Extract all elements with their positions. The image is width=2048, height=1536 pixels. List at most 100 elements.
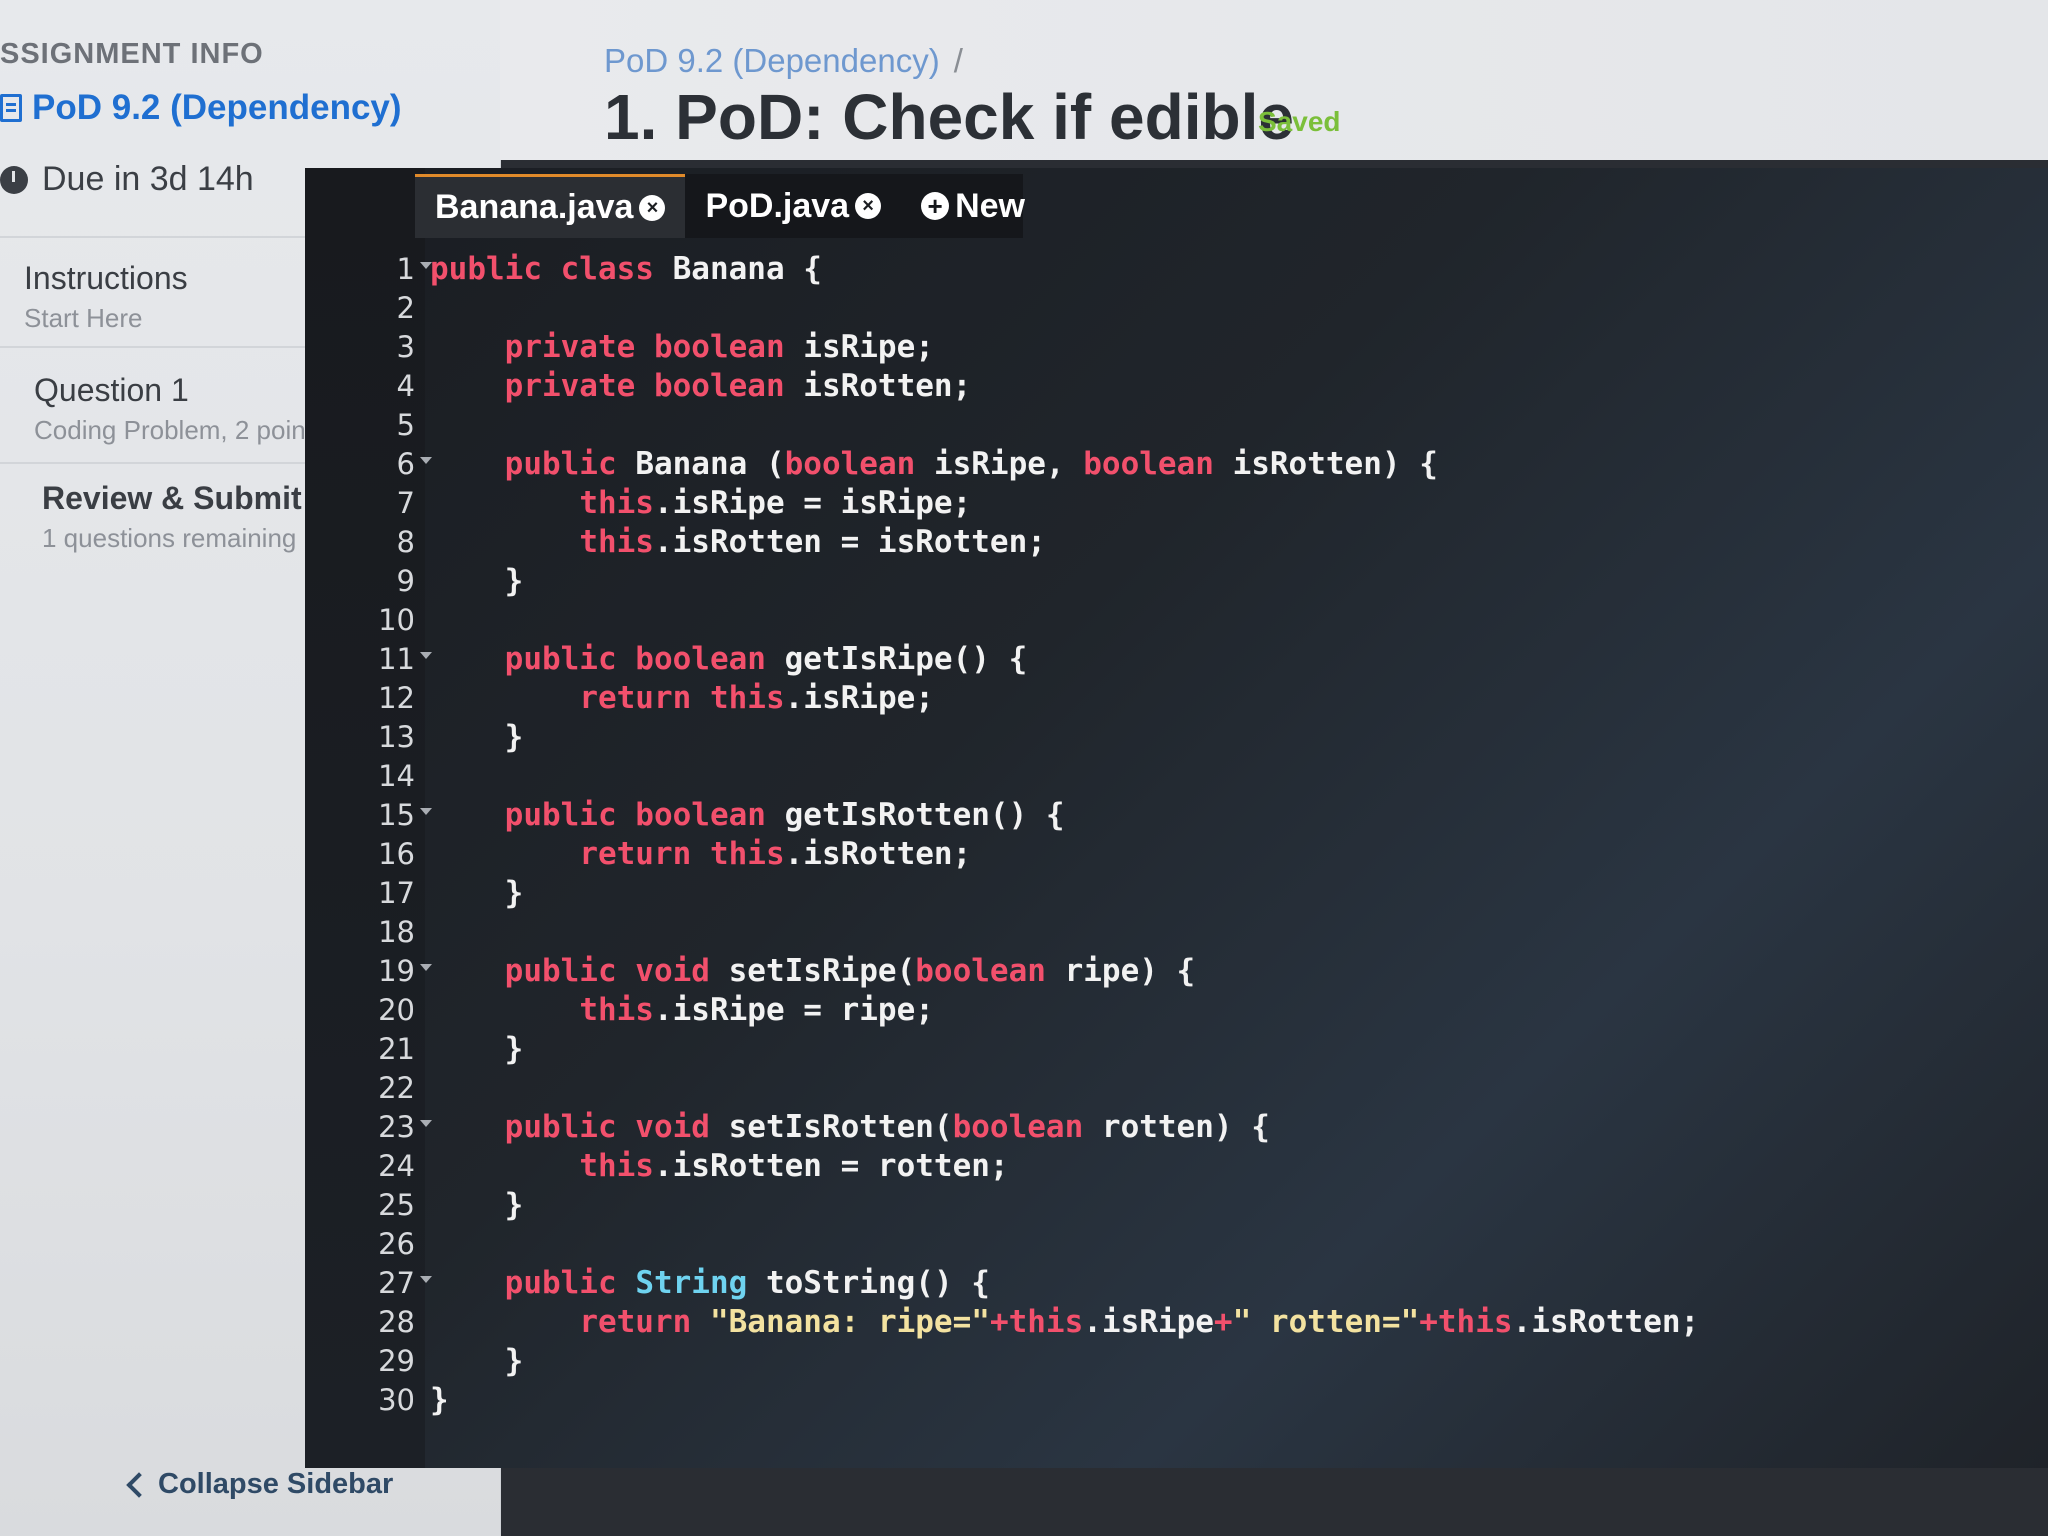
line-number: 24 (378, 1149, 415, 1183)
code-line[interactable]: 15 public boolean getIsRotten() { (305, 796, 2048, 835)
code-line[interactable]: 21 } (305, 1030, 2048, 1069)
code-token: this (579, 524, 654, 560)
code-line[interactable]: 14 (305, 757, 2048, 796)
tab-banana-java[interactable]: Banana.java × (415, 174, 686, 238)
code-text: return this.isRipe; (430, 679, 934, 718)
code-line[interactable]: 30} (305, 1381, 2048, 1420)
code-line[interactable]: 25 } (305, 1186, 2048, 1225)
assignment-link[interactable]: PoD 9.2 (Dependency) (0, 88, 402, 128)
code-line[interactable]: 7 this.isRipe = isRipe; (305, 484, 2048, 523)
tab-pod-java[interactable]: PoD.java × (685, 174, 901, 238)
code-text: public String toString() { (430, 1264, 990, 1303)
code-line[interactable]: 4 private boolean isRotten; (305, 367, 2048, 406)
page-header: PoD 9.2 (Dependency) / 1. PoD: Check if e… (500, 0, 2048, 160)
code-token: isRotten) { (1232, 446, 1438, 482)
line-number: 8 (396, 525, 415, 559)
sidebar-item-subtitle: Coding Problem, 2 point (34, 415, 313, 445)
code-token: " rotten=" (1232, 1304, 1420, 1340)
tab-label: Banana.java (435, 188, 634, 226)
code-token: .isRotten; (784, 836, 972, 872)
code-line[interactable]: 28 return "Banana: ripe="+this.isRipe+" … (305, 1303, 2048, 1342)
code-token: } (430, 1382, 449, 1418)
code-text: } (430, 874, 524, 913)
code-area[interactable]: 1 public class Banana { 2 3 private boolean… (305, 250, 2048, 1420)
code-line[interactable]: 29 } (305, 1342, 2048, 1381)
sidebar-item-review-submit[interactable]: Review & Submit 1 questions remaining (0, 462, 330, 566)
code-text: public boolean getIsRipe() { (430, 640, 1028, 679)
code-token: isRotten; (803, 368, 972, 404)
plus-icon: + (921, 192, 950, 220)
code-line[interactable]: 9 } (305, 562, 2048, 601)
code-line[interactable]: 1 public class Banana { (305, 250, 2048, 289)
assignment-info-heading: SSIGNMENT INFO (0, 38, 264, 70)
code-token: getIsRipe() { (784, 641, 1028, 677)
code-token: getIsRotten() { (784, 797, 1065, 833)
chevron-left-icon (126, 1471, 152, 1498)
code-token: .isRotten = isRotten; (653, 524, 1046, 560)
code-line[interactable]: 20 this.isRipe = ripe; (305, 991, 2048, 1030)
code-line[interactable]: 18 (305, 913, 2048, 952)
sidebar-item-title: Review & Submit (42, 480, 302, 516)
code-line[interactable]: 8 this.isRotten = isRotten; (305, 523, 2048, 562)
code-text: return this.isRotten; (430, 835, 971, 874)
code-line[interactable]: 23 public void setIsRotten(boolean rotte… (305, 1108, 2048, 1147)
due-date-label: Due in 3d 14h (42, 160, 254, 198)
code-token: .isRipe (1083, 1304, 1214, 1340)
code-token: ripe) { (1064, 953, 1196, 989)
code-token: public class (430, 251, 673, 287)
code-line[interactable]: 11 public boolean getIsRipe() { (305, 640, 2048, 679)
line-number: 12 (378, 681, 415, 715)
code-text: public class Banana { (430, 250, 822, 289)
line-number: 25 (378, 1188, 415, 1222)
assignment-link-label: PoD 9.2 (Dependency) (32, 88, 402, 127)
code-line[interactable]: 5 (305, 406, 2048, 445)
code-line[interactable]: 12 return this.isRipe; (305, 679, 2048, 718)
breadcrumb-separator: / (953, 42, 963, 79)
line-number: 1 (396, 252, 415, 286)
breadcrumb-link[interactable]: PoD 9.2 (Dependency) (604, 42, 940, 79)
code-token: } (504, 719, 524, 755)
code-token: return (579, 1304, 710, 1340)
code-token: public void (504, 1109, 729, 1145)
code-token: } (504, 1343, 524, 1379)
code-token: +this (989, 1304, 1084, 1340)
code-line[interactable]: 22 (305, 1069, 2048, 1108)
code-line[interactable]: 17 } (305, 874, 2048, 913)
code-editor[interactable]: Banana.java × PoD.java × + New 1 public c… (305, 168, 2048, 1468)
editor-tab-bar: Banana.java × PoD.java × + New (415, 174, 1025, 238)
line-number: 2 (396, 291, 415, 325)
code-text: public boolean getIsRotten() { (430, 796, 1065, 835)
sidebar-item-question-1[interactable]: Question 1 Coding Problem, 2 point (0, 346, 330, 460)
code-line[interactable]: 27 public String toString() { (305, 1264, 2048, 1303)
code-token: .isRipe = isRipe; (653, 485, 972, 521)
code-line[interactable]: 2 (305, 289, 2048, 328)
code-token: isRipe, (933, 446, 1084, 482)
code-line[interactable]: 3 private boolean isRipe; (305, 328, 2048, 367)
close-icon[interactable]: × (639, 194, 666, 221)
clock-icon (0, 165, 28, 194)
code-line[interactable]: 19 public void setIsRipe(boolean ripe) { (305, 952, 2048, 991)
new-file-button[interactable]: + New (901, 174, 1045, 238)
code-token: Banana ( (635, 446, 785, 482)
code-token: return this (579, 836, 785, 872)
code-token: .isRipe; (784, 680, 934, 716)
code-line[interactable]: 26 (305, 1225, 2048, 1264)
code-line[interactable]: 6 public Banana (boolean isRipe, boolean… (305, 445, 2048, 484)
code-token: public (504, 446, 636, 482)
code-line[interactable]: 16 return this.isRotten; (305, 835, 2048, 874)
line-number: 16 (378, 837, 415, 871)
saved-status: Saved (1258, 106, 1341, 137)
sidebar-item-title: Instructions (24, 260, 188, 296)
line-number: 20 (378, 993, 415, 1027)
collapse-sidebar-button[interactable]: Collapse Sidebar (126, 1468, 393, 1501)
close-icon[interactable]: × (855, 193, 882, 219)
code-line[interactable]: 10 (305, 601, 2048, 640)
code-token: } (504, 875, 524, 911)
code-text: } (430, 562, 524, 601)
sidebar-item-instructions[interactable]: Instructions Start Here (0, 236, 330, 344)
code-line[interactable]: 13 } (305, 718, 2048, 757)
code-token: public (504, 1265, 636, 1301)
line-number: 14 (378, 759, 415, 793)
code-line[interactable]: 24 this.isRotten = rotten; (305, 1147, 2048, 1186)
code-token: this (579, 1148, 654, 1184)
